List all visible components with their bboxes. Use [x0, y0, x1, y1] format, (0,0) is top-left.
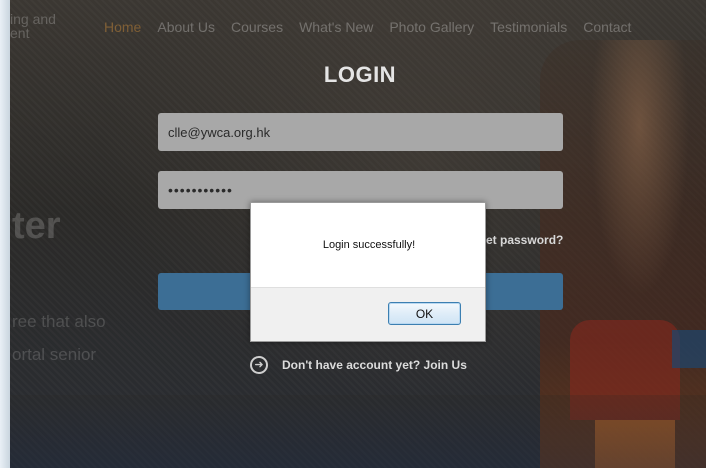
email-field[interactable]: clle@ywca.org.hk — [158, 113, 563, 151]
dialog-footer: OK — [251, 287, 485, 341]
alert-dialog: Login successfully! OK — [250, 202, 486, 342]
site-brand[interactable]: ing and ent — [10, 12, 80, 40]
login-title: LOGIN — [323, 62, 397, 87]
nav-item-about-us[interactable]: About Us — [157, 19, 215, 35]
nav-item-home[interactable]: Home — [104, 19, 141, 35]
password-value: ••••••••••• — [168, 182, 233, 198]
hero-text-line: ortal senior — [12, 345, 97, 364]
hero-title: ter — [12, 205, 61, 247]
dialog-message: Login successfully! — [322, 239, 416, 251]
arrow-right-circle-icon: ➜ — [250, 356, 268, 374]
bottom-band — [10, 395, 706, 468]
ok-button[interactable]: OK — [388, 302, 461, 325]
nav-item-photo-gallery[interactable]: Photo Gallery — [389, 19, 474, 35]
join-us-label: Don't have account yet? Join Us — [282, 358, 467, 372]
nav-item-whats-new[interactable]: What's New — [299, 19, 373, 35]
email-value: clle@ywca.org.hk — [168, 124, 271, 140]
window-edge — [0, 0, 10, 468]
join-us-link[interactable]: ➜ Don't have account yet? Join Us — [250, 356, 467, 374]
forgot-password-link[interactable]: et password? — [486, 233, 563, 247]
nav-item-testimonials[interactable]: Testimonials — [490, 19, 567, 35]
hero-text-line: ree that also — [12, 312, 106, 331]
nav-item-contact[interactable]: Contact — [583, 19, 631, 35]
nav-item-courses[interactable]: Courses — [231, 19, 283, 35]
hero-figure-detail — [672, 330, 706, 368]
main-nav: Home About Us Courses What's New Photo G… — [104, 19, 631, 35]
